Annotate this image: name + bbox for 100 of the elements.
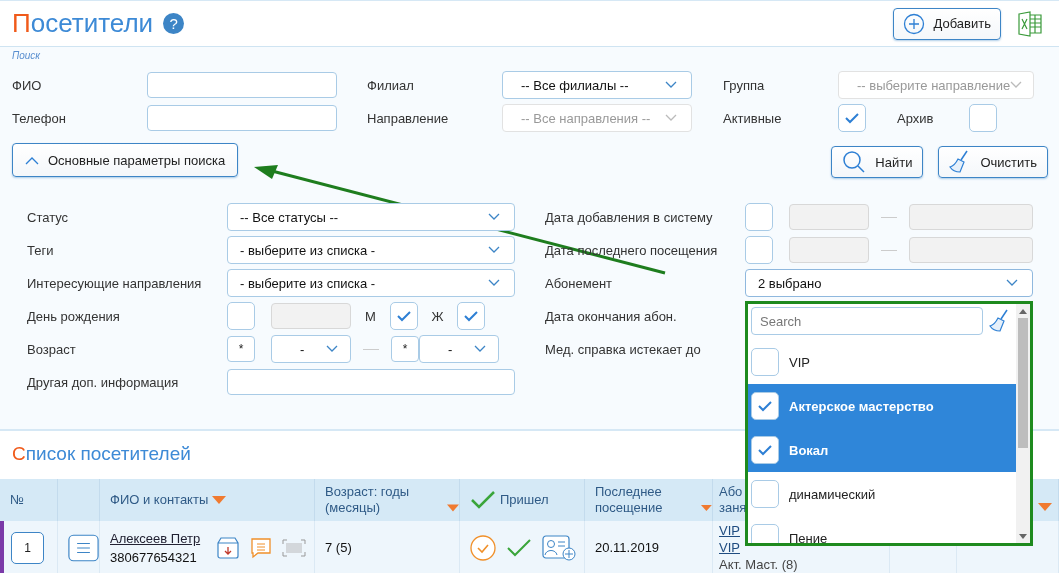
sort-icon[interactable]	[447, 504, 459, 512]
option-label: Пение	[789, 530, 828, 543]
dropdown-option[interactable]: Вокал	[748, 428, 1016, 472]
checkbox[interactable]	[457, 302, 485, 330]
sort-icon[interactable]	[1038, 503, 1052, 511]
subscription-link[interactable]: VIP	[719, 540, 740, 556]
comment-icon[interactable]	[250, 536, 273, 559]
checkbox[interactable]	[751, 348, 779, 376]
menu-icon[interactable]	[68, 532, 99, 563]
checkbox[interactable]	[745, 236, 773, 264]
dropdown-option[interactable]: динамический	[748, 472, 1016, 516]
check-icon[interactable]	[506, 537, 532, 558]
checkbox[interactable]	[227, 302, 255, 330]
search-field[interactable]: Search	[751, 307, 983, 335]
field-label: Абонемент	[545, 275, 614, 291]
column-header[interactable]: ФИО и контакты	[100, 479, 315, 521]
multiselect-field[interactable]: 2 выбрано	[745, 269, 1033, 297]
checkbox[interactable]	[751, 392, 779, 420]
date-field[interactable]	[789, 237, 869, 263]
field-label: Мед. справка истекает до	[545, 341, 702, 357]
subscription-link[interactable]: VIP	[719, 523, 740, 539]
date-cell: 20.11.2019	[585, 521, 713, 573]
visitor-name-link[interactable]: Алексеев Петр	[110, 530, 201, 546]
spreadsheet-icon[interactable]	[1017, 10, 1043, 37]
barcode-icon[interactable]	[282, 538, 307, 557]
checkbox[interactable]	[751, 480, 779, 508]
checkbox[interactable]	[390, 302, 418, 330]
phone-number: 380677654321	[110, 549, 198, 565]
check-icon	[396, 309, 412, 323]
column-header[interactable]: №	[0, 479, 58, 521]
field-label: Филиал	[367, 77, 415, 93]
field-label: Архив	[896, 110, 935, 126]
date-field[interactable]	[909, 237, 1033, 263]
select-field[interactable]: -- Все филиалы --	[502, 71, 692, 99]
select-field[interactable]: - выберите из списка -	[227, 269, 515, 297]
select-field[interactable]: -- Все статусы --	[227, 203, 515, 231]
field-label: Статус	[27, 209, 70, 225]
chevron-down-icon	[1010, 81, 1023, 89]
field-label: Дата последнего посещения	[545, 242, 719, 258]
check-icon	[470, 490, 496, 510]
check-icon	[757, 399, 773, 413]
help-button[interactable]: ?	[163, 13, 185, 34]
field-label: ФИО	[12, 77, 43, 93]
chevron-down-icon	[474, 345, 486, 353]
check-icon	[463, 309, 479, 323]
column-header[interactable]: Последнее посещение	[585, 479, 713, 521]
age-cell: 7 (5)	[315, 521, 460, 573]
date-field[interactable]	[789, 204, 869, 230]
column-header[interactable]: Возраст: годы (месяцы)	[315, 479, 460, 521]
select-field[interactable]: -	[271, 335, 351, 363]
scroll-up-icon	[1018, 308, 1028, 314]
toggle-button[interactable]: Основные параметры поиска	[12, 143, 239, 177]
field-label: Телефон	[12, 110, 67, 126]
age-from-field[interactable]: *	[227, 336, 255, 362]
chevron-down-icon	[326, 345, 338, 353]
dropdown-option[interactable]: Пение	[748, 516, 1016, 543]
box-arrow-icon[interactable]	[216, 535, 241, 560]
checkbox[interactable]	[751, 436, 779, 464]
select-field[interactable]: -	[419, 335, 499, 363]
date-field[interactable]	[271, 303, 351, 329]
checkbox[interactable]	[969, 104, 997, 132]
age-to-field[interactable]: *	[391, 336, 419, 362]
scrollbar-thumb[interactable]	[1018, 318, 1028, 448]
chevron-down-icon	[488, 246, 500, 254]
clear-button[interactable]: Очистить	[938, 146, 1048, 178]
scrollbar[interactable]	[1016, 304, 1030, 543]
field-label: Группа	[723, 77, 766, 93]
section-title: Список посетителей	[12, 443, 191, 466]
field-label: Другая доп. информация	[27, 374, 180, 390]
add-button[interactable]: Добавить	[892, 7, 1001, 40]
section-title: Посетители	[12, 8, 154, 39]
dropdown-option[interactable]: VIP	[748, 340, 1016, 384]
sort-icon[interactable]	[212, 496, 227, 504]
chevron-up-icon	[25, 155, 39, 165]
check-icon	[844, 111, 860, 125]
contact-add-icon[interactable]	[542, 534, 576, 561]
search-icon	[842, 150, 867, 174]
checkbox[interactable]	[838, 104, 866, 132]
row-number-button[interactable]: 1	[11, 531, 44, 564]
text-field[interactable]	[147, 72, 337, 98]
date-field[interactable]	[909, 204, 1033, 230]
circle-check-icon[interactable]	[470, 534, 496, 561]
text-field[interactable]	[227, 369, 515, 395]
option-label: VIP	[789, 354, 810, 370]
search-button[interactable]: Найти	[831, 146, 924, 178]
gender-label: М	[364, 308, 377, 324]
scroll-down-icon	[1018, 534, 1028, 540]
sort-icon[interactable]	[701, 504, 712, 512]
chevron-down-icon	[488, 213, 500, 221]
check-icon	[757, 443, 773, 457]
chevron-down-icon	[665, 114, 677, 122]
broom-icon[interactable]	[989, 309, 1011, 333]
column-header[interactable]: Пришел	[460, 479, 585, 521]
row-marker	[0, 521, 4, 573]
checkbox[interactable]	[745, 203, 773, 231]
text-field[interactable]	[147, 105, 337, 131]
field-label: Интересующие направления	[27, 275, 203, 291]
select-field[interactable]: - выберите из списка -	[227, 236, 515, 264]
dropdown-option[interactable]: Актерское мастерство	[748, 384, 1016, 428]
field-label: Дата окончания абон.	[545, 308, 678, 324]
